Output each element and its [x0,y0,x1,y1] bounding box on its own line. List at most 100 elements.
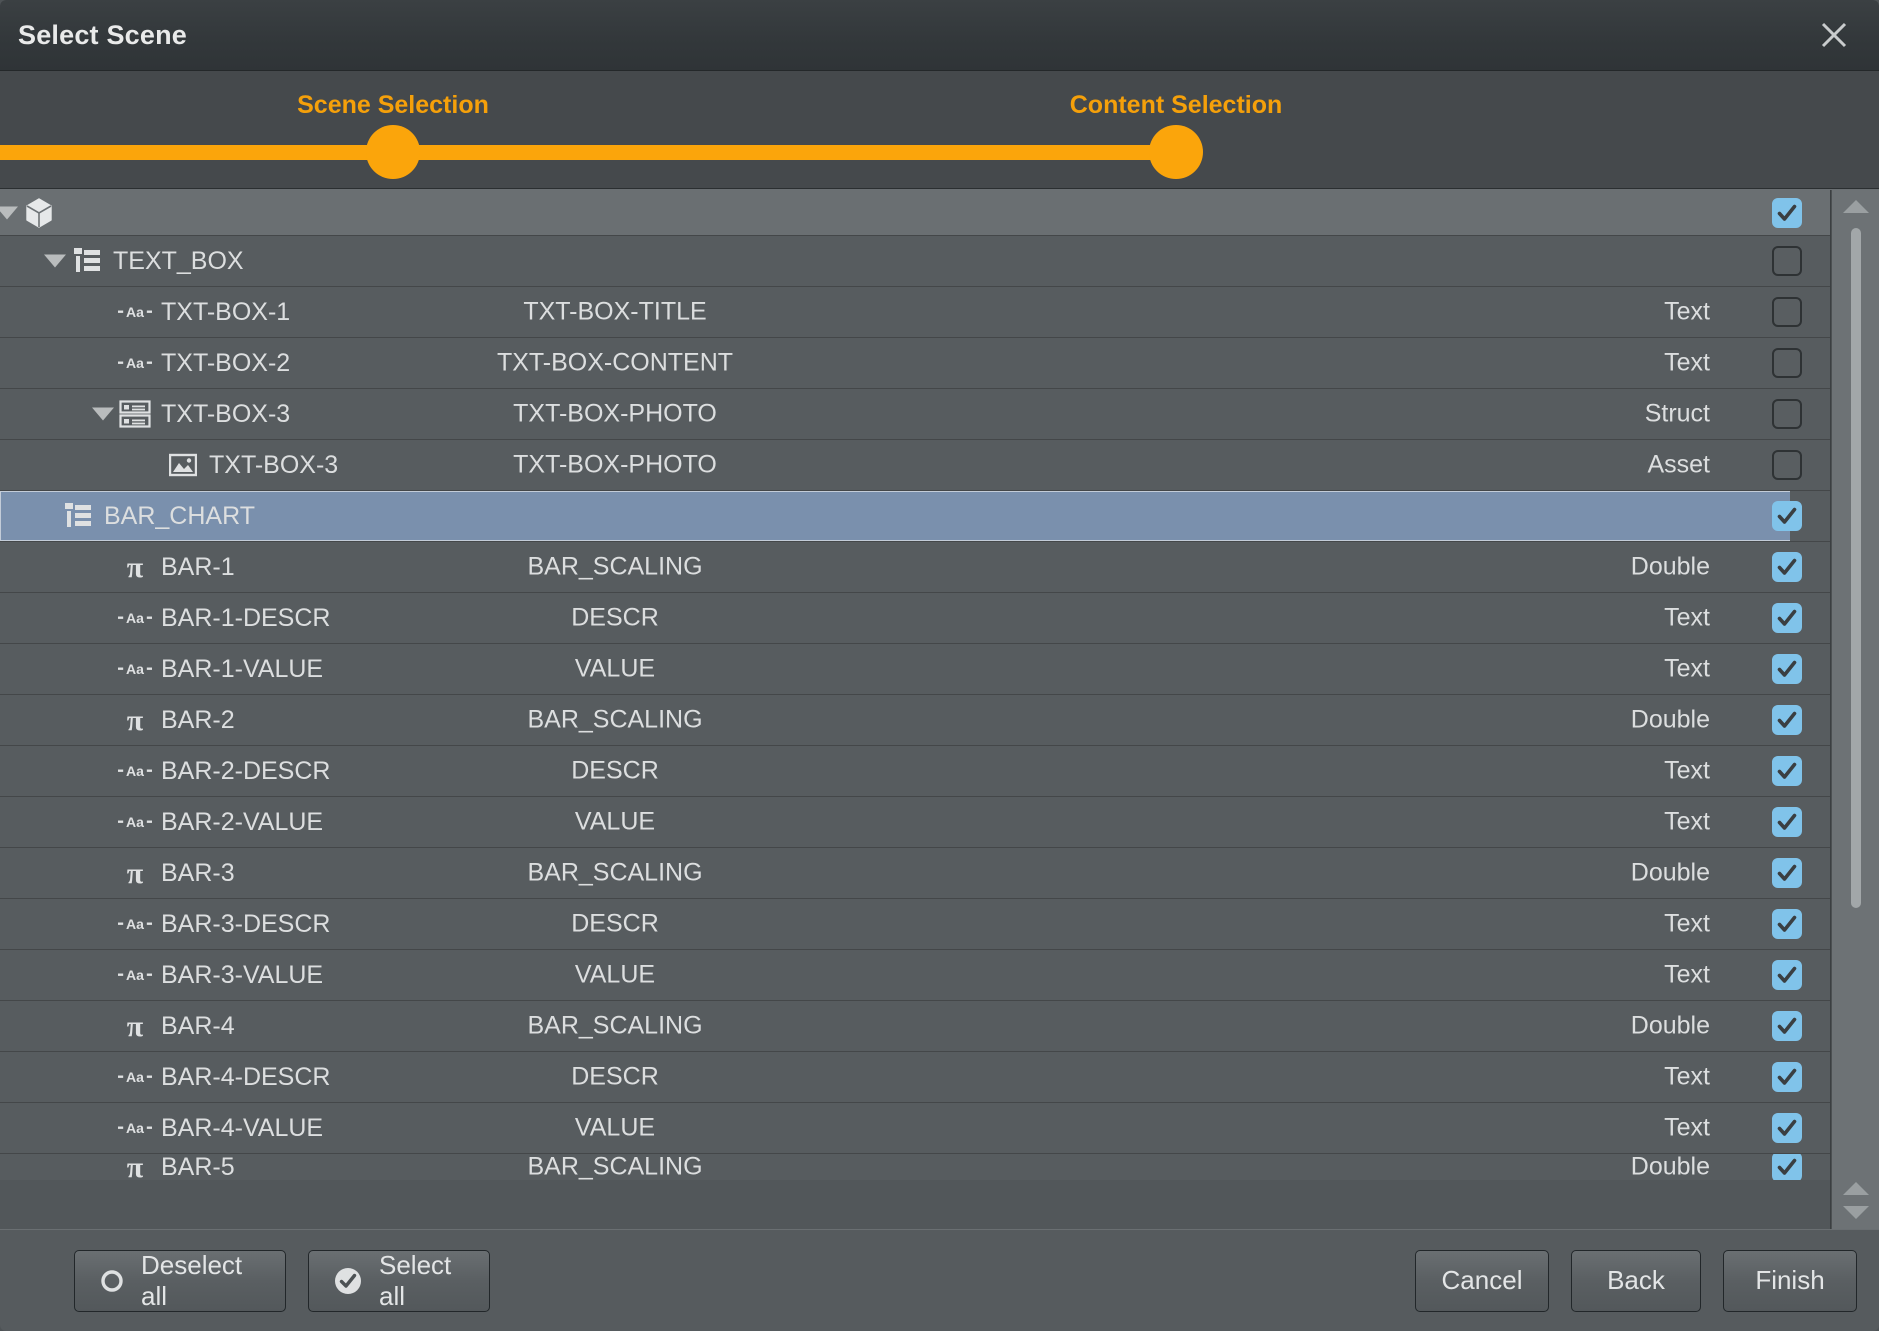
svg-text:π: π [127,1154,144,1180]
table-row[interactable]: πBAR-1BAR_SCALINGDouble [0,542,1830,593]
table-row[interactable]: AaBAR-4-DESCRDESCRText [0,1052,1830,1103]
select-all-button[interactable]: Select all [308,1250,490,1312]
row-name-cell: πBAR-4 [0,1001,249,1051]
row-checkbox-cell [1744,848,1830,898]
row-binding-label: DESCR [571,604,659,633]
row-checkbox[interactable] [1772,909,1802,939]
table-row[interactable]: TEXT_BOX [0,236,1830,287]
row-binding-label: VALUE [575,808,655,837]
row-type-label: Text [1664,910,1710,939]
expand-triangle-icon[interactable] [92,408,114,421]
table-row[interactable]: AaBAR-1-VALUEVALUEText [0,644,1830,695]
table-row[interactable]: AaBAR-3-DESCRDESCRText [0,899,1830,950]
row-checkbox[interactable] [1772,1113,1802,1143]
text-icon: Aa [118,805,152,839]
row-checkbox[interactable] [1772,705,1802,735]
cancel-label: Cancel [1442,1265,1523,1296]
row-checkbox[interactable] [1772,1062,1802,1092]
deselect-all-label: Deselect all [141,1250,261,1312]
table-row[interactable]: AaBAR-3-VALUEVALUEText [0,950,1830,1001]
scene-tree-list[interactable]: TEXT_BOXAaTXT-BOX-1TXT-BOX-TITLETextAaTX… [0,190,1831,1229]
row-checkbox-cell [1744,440,1830,490]
table-row[interactable]: AaBAR-2-DESCRDESCRText [0,746,1830,797]
scroll-up-arrow-bottom[interactable] [1843,1182,1869,1195]
row-name-label: TXT-BOX-2 [161,349,290,378]
row-name-cell: TEXT_BOX [0,236,258,286]
row-checkbox[interactable] [1772,198,1802,228]
row-checkbox[interactable] [1772,297,1802,327]
row-binding-label: VALUE [575,1114,655,1143]
svg-text:Aa: Aa [126,1120,144,1136]
step-node-content-selection[interactable] [1149,125,1203,179]
row-binding-cell: BAR_SCALINGDouble [0,695,1830,745]
row-checkbox[interactable] [1772,807,1802,837]
close-icon[interactable] [1811,12,1857,58]
row-binding-label: DESCR [571,1063,659,1092]
struct-icon [118,397,152,431]
table-row[interactable]: AaTXT-BOX-2TXT-BOX-CONTENTText [0,338,1830,389]
row-binding-label: TXT-BOX-TITLE [523,298,706,327]
scroll-up-arrow[interactable] [1843,200,1869,213]
svg-text:Aa: Aa [126,1069,144,1085]
finish-label: Finish [1755,1265,1824,1296]
table-row[interactable]: πBAR-4BAR_SCALINGDouble [0,1001,1830,1052]
row-name-label: BAR-4-DESCR [161,1063,330,1092]
table-row[interactable]: AaTXT-BOX-1TXT-BOX-TITLEText [0,287,1830,338]
row-type-label: Text [1664,808,1710,837]
row-checkbox[interactable] [1772,348,1802,378]
step-node-scene-selection[interactable] [366,125,420,179]
back-button[interactable]: Back [1571,1250,1701,1312]
row-name-cell: AaBAR-3-DESCR [0,899,344,949]
row-binding-label: VALUE [575,655,655,684]
table-row[interactable]: TXT-BOX-3TXT-BOX-PHOTOStruct [0,389,1830,440]
row-type-label: Text [1664,298,1710,327]
cube-icon [22,196,56,230]
row-type-label: Text [1664,1114,1710,1143]
row-checkbox[interactable] [1772,858,1802,888]
row-checkbox[interactable] [1772,603,1802,633]
expand-triangle-icon[interactable] [0,206,18,219]
row-checkbox-cell [1744,287,1830,337]
row-checkbox[interactable] [1772,399,1802,429]
deselect-all-button[interactable]: Deselect all [74,1250,286,1312]
row-name-label: TXT-BOX-3 [209,451,338,480]
row-checkbox-cell [1744,542,1830,592]
row-checkbox[interactable] [1772,1011,1802,1041]
row-name-cell: AaBAR-2-DESCR [0,746,344,796]
row-name-cell: BAR_CHART [0,491,1790,541]
row-checkbox[interactable] [1772,246,1802,276]
row-checkbox[interactable] [1772,756,1802,786]
table-row[interactable]: πBAR-5BAR_SCALINGDouble [0,1154,1830,1180]
row-checkbox[interactable] [1772,552,1802,582]
dialog-title: Select Scene [18,20,187,51]
table-row[interactable]: BAR_CHART [0,491,1830,542]
row-type-label: Double [1631,1012,1710,1041]
row-checkbox-cell [1744,1052,1830,1102]
cancel-button[interactable]: Cancel [1415,1250,1549,1312]
row-checkbox-cell [1744,190,1830,235]
table-row[interactable]: AaBAR-1-DESCRDESCRText [0,593,1830,644]
scrollbar-thumb[interactable] [1851,228,1861,908]
svg-text:Aa: Aa [126,610,144,626]
check-circle-icon [333,1266,363,1296]
scroll-down-arrow[interactable] [1843,1206,1869,1219]
row-name-label: BAR-5 [161,1154,235,1180]
table-row[interactable]: TXT-BOX-3TXT-BOX-PHOTOAsset [0,440,1830,491]
row-binding-cell: BAR_SCALINGDouble [0,542,1830,592]
expand-triangle-icon[interactable] [44,255,66,268]
row-checkbox[interactable] [1772,654,1802,684]
row-name-label: BAR-2 [161,706,235,735]
table-row[interactable]: πBAR-3BAR_SCALINGDouble [0,848,1830,899]
table-row[interactable]: AaBAR-2-VALUEVALUEText [0,797,1830,848]
row-checkbox[interactable] [1772,960,1802,990]
table-row[interactable]: πBAR-2BAR_SCALINGDouble [0,695,1830,746]
row-checkbox[interactable] [1772,450,1802,480]
table-row[interactable] [0,190,1830,236]
text-icon: Aa [118,295,152,329]
row-checkbox[interactable] [1772,1154,1802,1180]
row-checkbox-cell [1744,950,1830,1000]
vertical-scrollbar[interactable] [1831,190,1879,1229]
table-row[interactable]: AaBAR-4-VALUEVALUEText [0,1103,1830,1154]
row-checkbox[interactable] [1772,501,1802,531]
finish-button[interactable]: Finish [1723,1250,1857,1312]
